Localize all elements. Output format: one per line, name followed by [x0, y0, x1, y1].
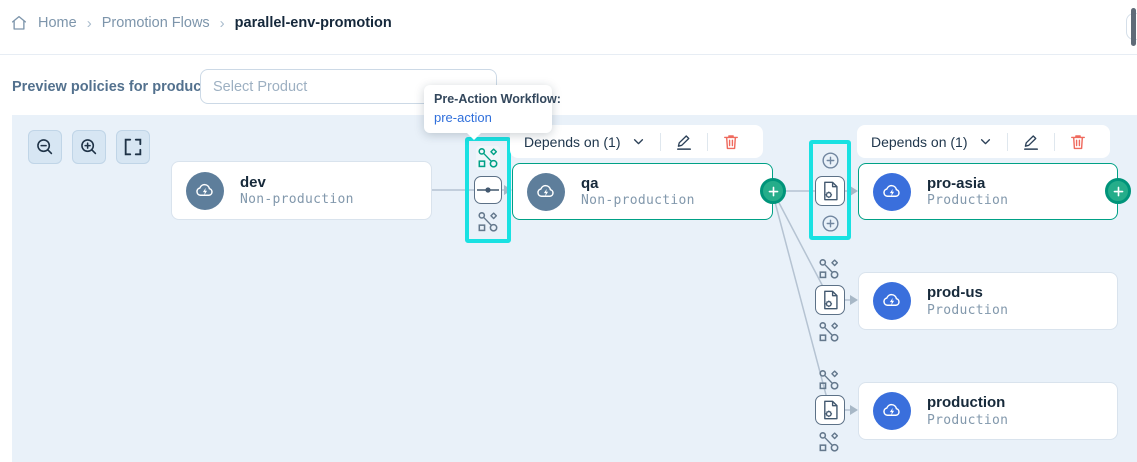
commit-icon [476, 183, 500, 197]
edit-button[interactable] [1021, 132, 1041, 152]
toolbar-divider [660, 133, 661, 151]
trash-icon [1068, 132, 1088, 152]
pre-action-workflow-tooltip: Pre-Action Workflow: pre-action [424, 85, 552, 133]
promotion-flow-page: Home › Promotion Flows › parallel-env-pr… [0, 0, 1137, 462]
workflow-icon [477, 147, 499, 169]
delete-button[interactable] [1068, 132, 1088, 152]
chevron-right-icon: › [220, 15, 225, 32]
cloud-bolt-icon [186, 172, 224, 210]
workflow-icon [818, 258, 840, 280]
pre-action-workflow-button[interactable] [476, 146, 500, 170]
env-title: dev [240, 174, 354, 193]
env-title: pro-asia [927, 175, 1008, 194]
post-action-workflow-button[interactable] [817, 320, 841, 344]
fit-view-icon [122, 136, 144, 158]
env-subtitle: Production [927, 413, 1008, 428]
pro-asia-node-toolbar: Depends on (1) [857, 125, 1110, 158]
env-card-pro-asia[interactable]: pro-asia Production [858, 163, 1118, 220]
env-title: production [927, 394, 1008, 413]
env-card-qa[interactable]: qa Non-production [512, 163, 773, 220]
chevron-down-icon[interactable] [977, 133, 994, 150]
delete-button[interactable] [721, 132, 741, 152]
cloud-bolt-icon [527, 173, 565, 211]
env-card-prod-us[interactable]: prod-us Production [858, 272, 1118, 330]
breadcrumb-home[interactable]: Home [38, 15, 77, 31]
env-subtitle: Non-production [581, 193, 695, 208]
workflow-icon [477, 211, 499, 233]
pre-action-workflow-button[interactable] [817, 257, 841, 281]
home-icon[interactable] [10, 14, 28, 32]
post-action-workflow-button[interactable] [817, 430, 841, 454]
cloud-bolt-icon [873, 173, 911, 211]
plus-circle-icon [820, 150, 841, 171]
chevron-right-icon: › [87, 15, 92, 32]
zoom-in-icon [78, 136, 100, 158]
doc-gear-icon [817, 397, 843, 423]
add-plus-icon [766, 184, 781, 199]
tooltip-workflow-link[interactable]: pre-action [434, 110, 542, 125]
doc-gear-icon [817, 178, 843, 204]
zoom-out-icon [34, 136, 56, 158]
add-pre-action-button[interactable] [818, 148, 842, 172]
toolbar-divider [707, 133, 708, 151]
env-title: qa [581, 175, 695, 194]
breadcrumb-promotion-flows[interactable]: Promotion Flows [102, 15, 210, 31]
policy-settings-button[interactable] [815, 285, 845, 315]
flow-canvas[interactable]: dev Non-production Depends on (1) qa Non… [12, 115, 1137, 462]
add-environment-button[interactable] [1105, 178, 1131, 204]
toolbar-divider [1054, 133, 1055, 151]
edit-pencil-icon [674, 132, 694, 152]
add-plus-icon [1111, 184, 1126, 199]
policy-settings-button[interactable] [815, 395, 845, 425]
edit-pencil-icon [1021, 132, 1041, 152]
workflow-icon [818, 431, 840, 453]
zoom-in-button[interactable] [72, 130, 106, 164]
env-card-dev[interactable]: dev Non-production [171, 161, 432, 220]
fit-view-button[interactable] [116, 130, 150, 164]
workflow-icon [818, 369, 840, 391]
env-subtitle: Non-production [240, 192, 354, 207]
toolbar-divider [1007, 133, 1008, 151]
doc-gear-icon [817, 287, 843, 313]
chevron-down-icon[interactable] [630, 133, 647, 150]
add-post-action-button[interactable] [818, 211, 842, 235]
depends-on-button[interactable]: Depends on (1) [524, 134, 621, 150]
add-environment-button[interactable] [760, 178, 786, 204]
commit-button[interactable] [474, 176, 502, 204]
env-subtitle: Production [927, 193, 1008, 208]
breadcrumb-current-flow: parallel-env-promotion [235, 15, 392, 31]
post-action-workflow-button[interactable] [476, 210, 500, 234]
header-divider [0, 54, 1137, 55]
env-subtitle: Production [927, 303, 1008, 318]
preview-policies-label: Preview policies for product: [12, 79, 211, 95]
env-card-production[interactable]: production Production [858, 382, 1118, 440]
vertical-scrollbar[interactable] [1131, 8, 1136, 46]
breadcrumb: Home › Promotion Flows › parallel-env-pr… [10, 14, 392, 32]
cloud-bolt-icon [873, 282, 911, 320]
cloud-bolt-icon [873, 392, 911, 430]
tooltip-title: Pre-Action Workflow: [434, 92, 542, 106]
pre-action-workflow-button[interactable] [817, 368, 841, 392]
policy-settings-button[interactable] [815, 176, 845, 206]
tooltip-caret [466, 132, 482, 140]
edit-button[interactable] [674, 132, 694, 152]
plus-circle-icon [820, 213, 841, 234]
zoom-out-button[interactable] [28, 130, 62, 164]
depends-on-button[interactable]: Depends on (1) [871, 134, 968, 150]
env-title: prod-us [927, 284, 1008, 303]
trash-icon [721, 132, 741, 152]
workflow-icon [818, 321, 840, 343]
